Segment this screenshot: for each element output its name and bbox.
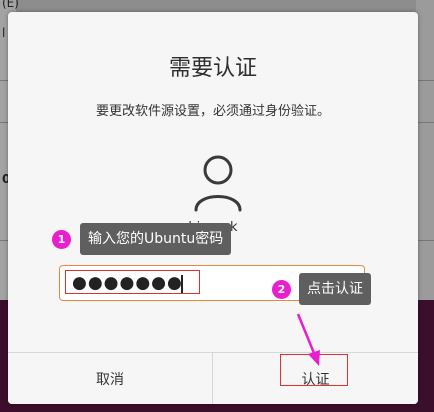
background-text: l	[2, 26, 6, 40]
callout-step-1: 输入您的Ubuntu密码	[80, 223, 232, 255]
background-right-strip	[416, 0, 434, 300]
step-2-badge: 2	[272, 280, 291, 299]
dialog-title: 需要认证	[168, 56, 257, 81]
authentication-dialog: 需要认证 要更改软件源设置，必须通过身份验证。 hisensk ●●●●●●● …	[8, 12, 418, 404]
background-divider	[416, 80, 434, 81]
dialog-footer: 取消 认证	[8, 352, 418, 404]
step-1-badge: 1	[52, 230, 71, 249]
background-text: (E)	[2, 0, 19, 10]
arrow-icon	[296, 313, 320, 366]
user-avatar-icon	[194, 155, 242, 212]
background-divider	[416, 122, 434, 123]
background-divider	[416, 240, 434, 241]
password-highlight-box	[65, 270, 200, 294]
cancel-button[interactable]: 取消	[8, 353, 213, 404]
callout-step-2: 点击认证	[299, 273, 371, 305]
dialog-subtitle: 要更改软件源设置，必须通过身份验证。	[95, 104, 330, 119]
